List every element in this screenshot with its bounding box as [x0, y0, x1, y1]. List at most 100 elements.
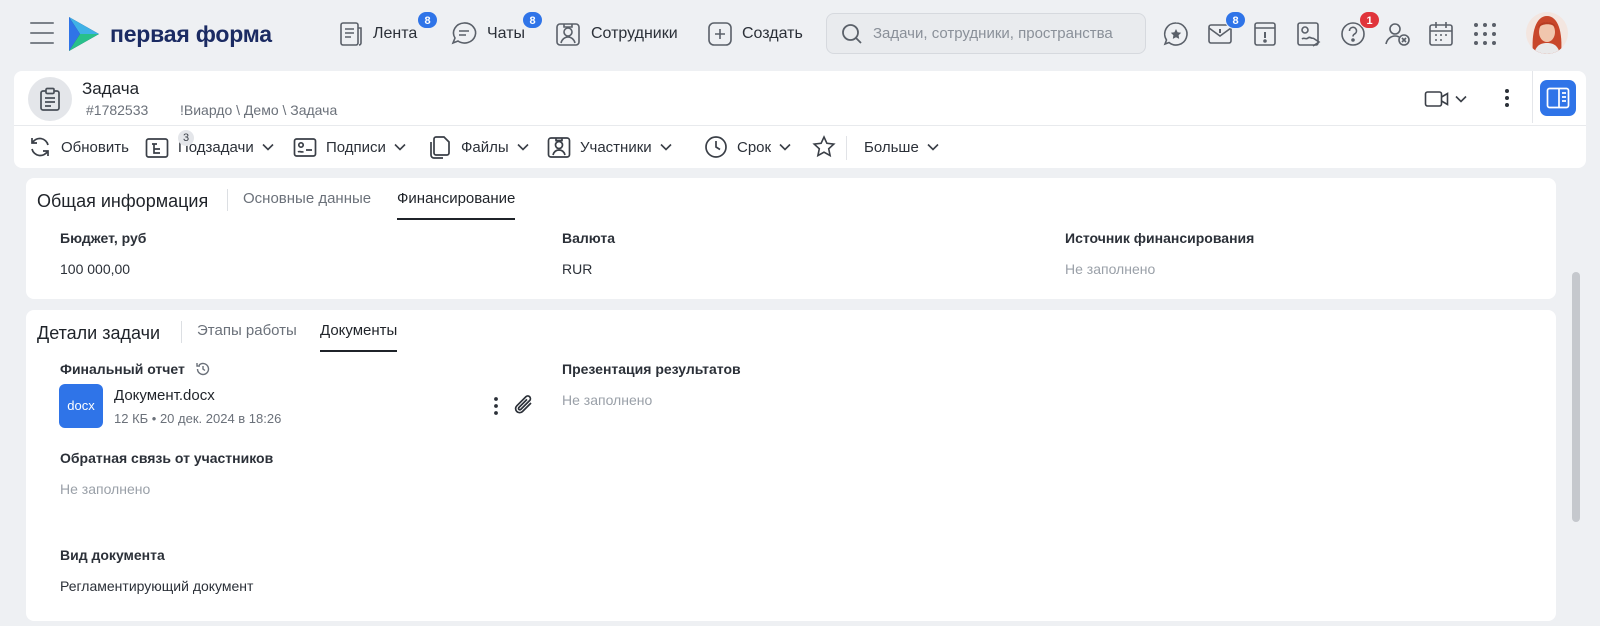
- tab-work-stages[interactable]: Этапы работы: [197, 322, 297, 352]
- menu-icon[interactable]: [30, 22, 54, 44]
- nav-employees-label: Сотрудники: [591, 25, 678, 42]
- funding-source-value[interactable]: Не заполнено: [1065, 261, 1155, 277]
- task-type: Задача: [82, 79, 140, 98]
- attach-icon[interactable]: [512, 392, 536, 418]
- more-button[interactable]: Больше: [864, 131, 939, 163]
- refresh-icon: [31, 137, 49, 157]
- signed-document-icon[interactable]: [1295, 20, 1323, 48]
- section-separator: [227, 189, 228, 211]
- clock-icon: [705, 136, 727, 158]
- chats-badge: 8: [522, 11, 543, 29]
- apps-grid-icon[interactable]: [1471, 20, 1499, 48]
- side-panel-toggle[interactable]: [1540, 80, 1576, 116]
- presentation-label: Презентация результатов: [562, 361, 741, 377]
- files-button[interactable]: Файлы: [428, 131, 529, 163]
- help-badge: 1: [1359, 11, 1380, 29]
- participants-label: Участники: [580, 138, 652, 156]
- chevron-down-icon: [927, 143, 939, 151]
- user-avatar[interactable]: [1526, 12, 1568, 54]
- video-camera-icon: [1424, 91, 1449, 107]
- tab-financing[interactable]: Финансирование: [397, 190, 516, 220]
- calendar-icon[interactable]: [1427, 20, 1455, 48]
- currency-value[interactable]: RUR: [562, 261, 592, 277]
- side-panel-icon: [1546, 87, 1570, 109]
- more-vertical-icon[interactable]: [1504, 87, 1510, 109]
- section-title: Детали задачи: [37, 323, 161, 343]
- chevron-down-icon: [394, 143, 406, 151]
- search-input[interactable]: [873, 25, 1133, 42]
- document-meta: 12 КБ • 20 дек. 2024 в 18:26: [114, 411, 282, 426]
- employees-icon: [556, 23, 580, 46]
- top-bar: первая форма Лента 8 Чаты 8 Сотрудники С…: [0, 0, 1600, 68]
- document-more-icon[interactable]: [493, 396, 499, 416]
- general-info-section: Общая информация Основные данные Финанси…: [26, 178, 1556, 299]
- refresh-button[interactable]: Обновить: [28, 131, 129, 163]
- task-number[interactable]: #1782533: [86, 102, 148, 118]
- nav-chats[interactable]: Чаты: [450, 18, 525, 50]
- brand-name: первая форма: [110, 20, 272, 47]
- video-call-button[interactable]: [1424, 87, 1468, 111]
- document-type-value[interactable]: Регламентирующий документ: [60, 578, 253, 594]
- files-icon: [430, 136, 450, 159]
- task-header: Задача #1782533 !Виардо \ Демо \ Задача …: [14, 71, 1586, 168]
- deadline-label: Срок: [737, 138, 772, 156]
- subtasks-button[interactable]: Подзадачи: [145, 131, 274, 163]
- chevron-down-icon: [262, 143, 274, 151]
- favorite-button[interactable]: [812, 131, 836, 163]
- budget-label: Бюджет, руб: [60, 230, 147, 246]
- header-divider: [14, 125, 1586, 126]
- nav-create[interactable]: Создать: [707, 18, 803, 50]
- signatures-button[interactable]: Подписи: [293, 131, 406, 163]
- participants-button[interactable]: Участники: [547, 131, 672, 163]
- task-type-icon: [28, 77, 72, 121]
- section-separator: [181, 321, 182, 343]
- plus-square-icon: [708, 22, 732, 46]
- currency-label: Валюта: [562, 230, 616, 246]
- nav-create-label: Создать: [742, 25, 803, 42]
- clipboard-icon: [40, 87, 60, 111]
- task-details-section: Детали задачи Этапы работы Документы Фин…: [26, 310, 1556, 621]
- nav-feed-label: Лента: [373, 25, 418, 42]
- alert-document-icon[interactable]: [1251, 20, 1279, 48]
- feed-icon: [340, 22, 362, 46]
- logo-icon: [69, 17, 99, 51]
- brand-logo[interactable]: первая форма: [68, 16, 272, 52]
- presentation-value[interactable]: Не заполнено: [562, 392, 652, 408]
- files-label: Файлы: [461, 138, 509, 156]
- feed-badge: 8: [417, 11, 438, 29]
- participants-icon: [547, 137, 571, 158]
- chevron-down-icon: [1455, 95, 1467, 103]
- document-name[interactable]: Документ.docx: [114, 387, 215, 404]
- search-box[interactable]: [826, 13, 1146, 54]
- notifications-badge: 8: [1225, 11, 1246, 29]
- star-icon: [812, 135, 836, 158]
- more-label: Больше: [864, 138, 919, 156]
- favorites-chat-icon[interactable]: [1162, 20, 1190, 48]
- feedback-label: Обратная связь от участников: [60, 450, 274, 466]
- deadline-button[interactable]: Срок: [704, 131, 791, 163]
- task-toolbar: Обновить Подзадачи Подписи Файлы Участни…: [14, 127, 1586, 167]
- chat-icon: [451, 22, 477, 45]
- task-path[interactable]: !Виардо \ Демо \ Задача: [180, 102, 337, 118]
- signatures-label: Подписи: [326, 138, 386, 156]
- scrollbar-thumb[interactable]: [1572, 272, 1580, 522]
- tab-main-data[interactable]: Основные данные: [243, 190, 371, 220]
- subtasks-icon: [145, 138, 169, 158]
- nav-feed[interactable]: Лента: [338, 18, 417, 50]
- tab-documents[interactable]: Документы: [320, 322, 398, 352]
- header-separator: [1532, 71, 1533, 123]
- section-title: Общая информация: [37, 191, 209, 211]
- toolbar-separator: [846, 136, 847, 160]
- chevron-down-icon: [517, 143, 529, 151]
- feedback-value[interactable]: Не заполнено: [60, 481, 150, 497]
- user-status-icon[interactable]: [1383, 20, 1411, 48]
- search-icon: [842, 23, 862, 44]
- history-icon[interactable]: [195, 361, 211, 377]
- budget-value[interactable]: 100 000,00: [60, 261, 130, 277]
- chevron-down-icon: [660, 143, 672, 151]
- nav-employees[interactable]: Сотрудники: [554, 18, 678, 50]
- subtasks-count-badge: 3: [178, 130, 194, 146]
- docx-file-icon[interactable]: docx: [59, 384, 103, 428]
- nav-chats-label: Чаты: [487, 25, 526, 42]
- final-report-label: Финальный отчет: [60, 361, 185, 377]
